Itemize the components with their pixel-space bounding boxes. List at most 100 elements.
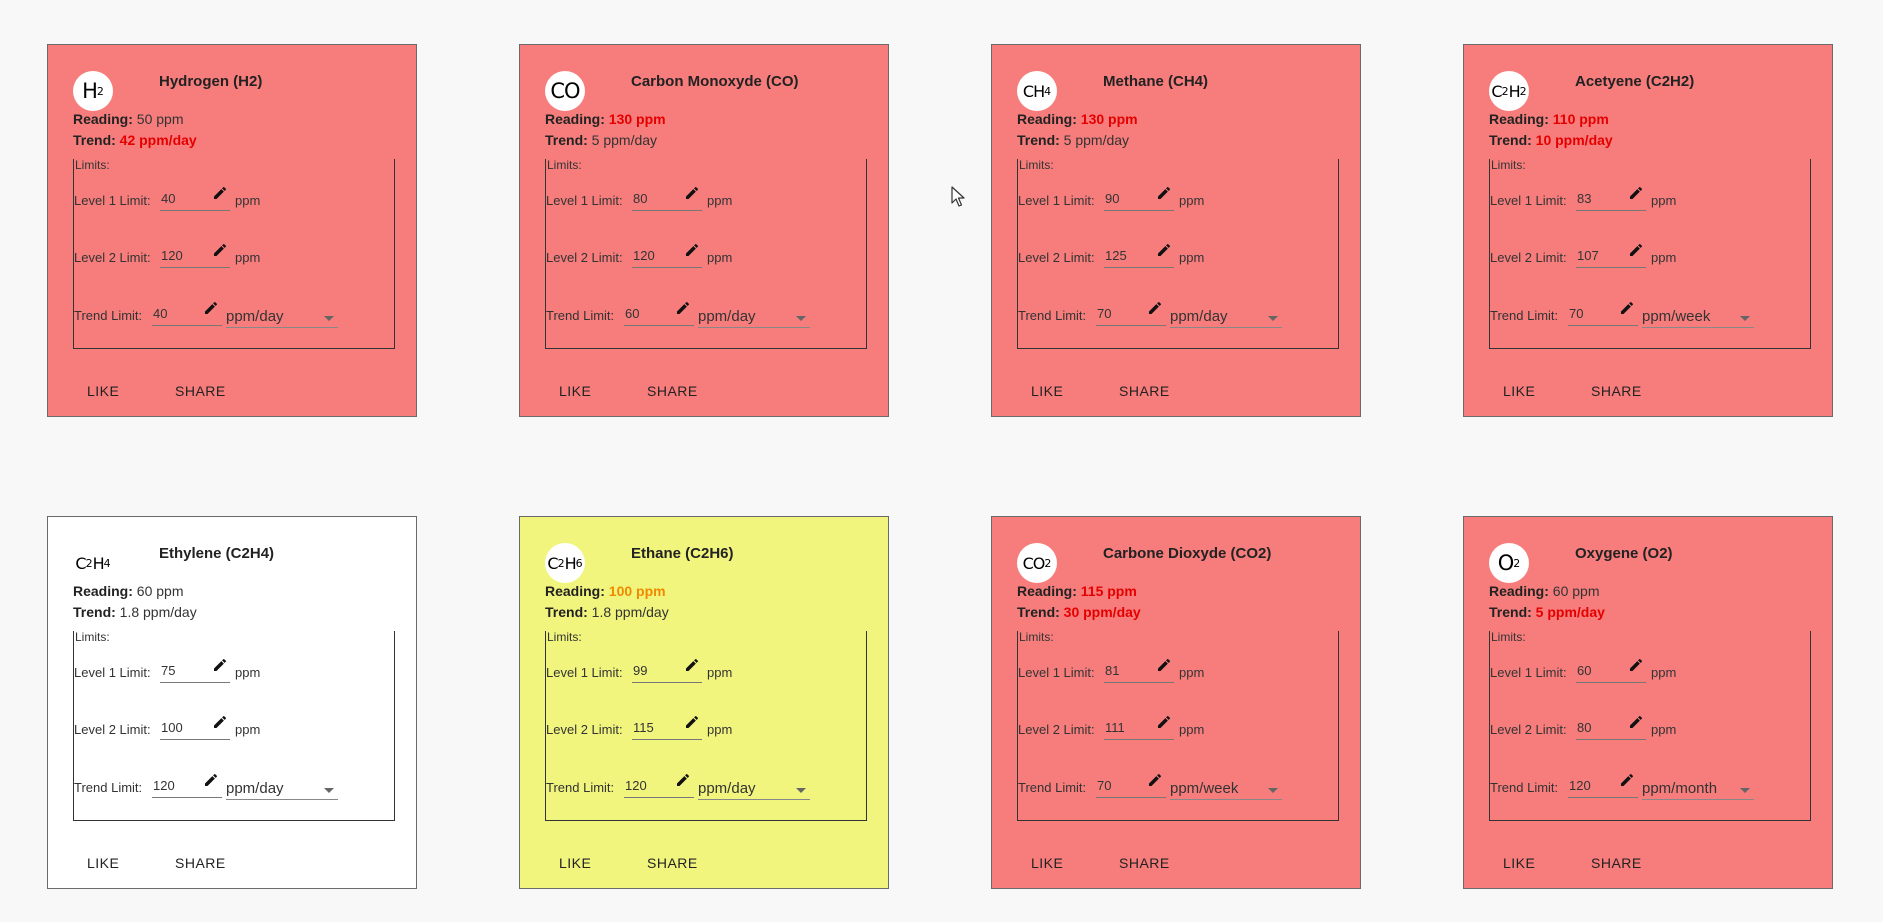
trend-unit-select[interactable]: ppm/day <box>698 774 810 800</box>
edit-level2-icon[interactable] <box>682 712 702 732</box>
level2-unit: ppm <box>235 722 261 737</box>
reading-label: Reading: <box>1017 583 1077 599</box>
trend-value: 42 ppm/day <box>119 132 197 148</box>
trend-unit-value: ppm/week <box>1170 780 1239 797</box>
trend-unit-select[interactable]: ppm/day <box>226 774 338 800</box>
limits-legend: Limits: <box>1019 630 1054 644</box>
level2-label: Level 2 Limit: <box>74 250 151 265</box>
limits-fieldset: Limits: Level 1 Limit: 80 ppm Level 2 Li… <box>545 158 867 349</box>
limits-fieldset: Limits: Level 1 Limit: 40 ppm Level 2 Li… <box>73 158 395 349</box>
dropdown-arrow-icon <box>1740 788 1750 793</box>
level1-unit: ppm <box>1651 193 1677 208</box>
trend-line: Trend: 5 ppm/day <box>545 132 657 148</box>
trend-limit-label: Trend Limit: <box>74 308 143 323</box>
like-button[interactable]: LIKE <box>559 383 591 399</box>
trend-limit-label: Trend Limit: <box>546 308 615 323</box>
level2-label: Level 2 Limit: <box>1490 250 1567 265</box>
reading-value: 130 ppm <box>1080 111 1138 127</box>
edit-trend-limit-icon[interactable] <box>673 770 693 790</box>
edit-level1-icon[interactable] <box>1154 183 1174 203</box>
trend-value: 10 ppm/day <box>1535 132 1613 148</box>
like-button[interactable]: LIKE <box>1503 855 1535 871</box>
reading-label: Reading: <box>1489 583 1549 599</box>
edit-level1-icon[interactable] <box>1626 183 1646 203</box>
gas-card: O2 Oxygene (O2) Reading: 60 ppm Trend: 5… <box>1463 516 1833 889</box>
trend-unit-select[interactable]: ppm/day <box>698 302 810 328</box>
reading-line: Reading: 130 ppm <box>545 111 666 127</box>
edit-level2-icon[interactable] <box>682 240 702 260</box>
like-button[interactable]: LIKE <box>87 855 119 871</box>
edit-level1-icon[interactable] <box>210 655 230 675</box>
gas-formula-icon: C2H6 <box>545 543 585 583</box>
edit-level1-icon[interactable] <box>1626 655 1646 675</box>
share-button[interactable]: SHARE <box>1591 383 1642 399</box>
reading-line: Reading: 115 ppm <box>1017 583 1137 599</box>
edit-trend-limit-icon[interactable] <box>1145 298 1165 318</box>
trend-line: Trend: 1.8 ppm/day <box>545 604 669 620</box>
edit-level1-icon[interactable] <box>210 183 230 203</box>
trend-unit-select[interactable]: ppm/week <box>1642 302 1754 328</box>
trend-unit-select[interactable]: ppm/month <box>1642 774 1754 800</box>
gas-formula-icon: H2 <box>73 71 113 111</box>
share-button[interactable]: SHARE <box>1591 855 1642 871</box>
like-button[interactable]: LIKE <box>1031 383 1063 399</box>
gas-card-grid: H2 Hydrogen (H2) Reading: 50 ppm Trend: … <box>0 0 1883 922</box>
trend-line: Trend: 42 ppm/day <box>73 132 197 148</box>
trend-unit-select[interactable]: ppm/day <box>1170 302 1282 328</box>
level1-label: Level 1 Limit: <box>74 193 151 208</box>
edit-level2-icon[interactable] <box>210 712 230 732</box>
gas-formula-icon: O2 <box>1489 543 1529 583</box>
limits-legend: Limits: <box>1019 158 1054 172</box>
level2-unit: ppm <box>1179 722 1205 737</box>
trend-value: 5 ppm/day <box>1535 604 1605 620</box>
reading-value: 115 ppm <box>1080 583 1137 599</box>
edit-trend-limit-icon[interactable] <box>1145 770 1165 790</box>
trend-limit-label: Trend Limit: <box>546 780 615 795</box>
like-button[interactable]: LIKE <box>1031 855 1063 871</box>
edit-level2-icon[interactable] <box>1626 240 1646 260</box>
level1-label: Level 1 Limit: <box>1490 193 1567 208</box>
edit-level2-icon[interactable] <box>1154 240 1174 260</box>
share-button[interactable]: SHARE <box>175 855 226 871</box>
edit-trend-limit-icon[interactable] <box>201 770 221 790</box>
like-button[interactable]: LIKE <box>87 383 119 399</box>
edit-level1-icon[interactable] <box>682 183 702 203</box>
edit-level1-icon[interactable] <box>1154 655 1174 675</box>
trend-unit-value: ppm/day <box>226 780 284 797</box>
edit-trend-limit-icon[interactable] <box>1617 298 1637 318</box>
edit-level2-icon[interactable] <box>1154 712 1174 732</box>
like-button[interactable]: LIKE <box>1503 383 1535 399</box>
dropdown-arrow-icon <box>796 788 806 793</box>
gas-title: Ethane (C2H6) <box>631 545 734 562</box>
trend-unit-select[interactable]: ppm/day <box>226 302 338 328</box>
trend-unit-select[interactable]: ppm/week <box>1170 774 1282 800</box>
share-button[interactable]: SHARE <box>175 383 226 399</box>
gas-card: C2H4 Ethylene (C2H4) Reading: 60 ppm Tre… <box>47 516 417 889</box>
edit-trend-limit-icon[interactable] <box>201 298 221 318</box>
dropdown-arrow-icon <box>796 316 806 321</box>
gas-title: Carbone Dioxyde (CO2) <box>1103 545 1272 562</box>
edit-level2-icon[interactable] <box>1626 712 1646 732</box>
edit-trend-limit-icon[interactable] <box>1617 770 1637 790</box>
gas-title: Hydrogen (H2) <box>159 73 263 90</box>
share-button[interactable]: SHARE <box>647 383 698 399</box>
gas-formula-icon: C2H4 <box>73 543 113 583</box>
share-button[interactable]: SHARE <box>647 855 698 871</box>
dropdown-arrow-icon <box>1268 316 1278 321</box>
gas-card: CO 2 Carbone Dioxyde (CO2) Reading: 115 p… <box>991 516 1361 889</box>
trend-value: 1.8 ppm/day <box>591 604 669 620</box>
edit-level1-icon[interactable] <box>682 655 702 675</box>
edit-level2-icon[interactable] <box>210 240 230 260</box>
level2-unit: ppm <box>1651 250 1677 265</box>
trend-limit-label: Trend Limit: <box>1490 308 1559 323</box>
like-button[interactable]: LIKE <box>559 855 591 871</box>
share-button[interactable]: SHARE <box>1119 383 1170 399</box>
trend-unit-value: ppm/week <box>1642 308 1711 325</box>
level1-label: Level 1 Limit: <box>1018 665 1095 680</box>
gas-title: Carbon Monoxyde (CO) <box>631 73 799 90</box>
reading-line: Reading: 110 ppm <box>1489 111 1609 127</box>
reading-value: 60 ppm <box>1552 583 1600 599</box>
edit-trend-limit-icon[interactable] <box>673 298 693 318</box>
trend-unit-value: ppm/day <box>1170 308 1228 325</box>
share-button[interactable]: SHARE <box>1119 855 1170 871</box>
